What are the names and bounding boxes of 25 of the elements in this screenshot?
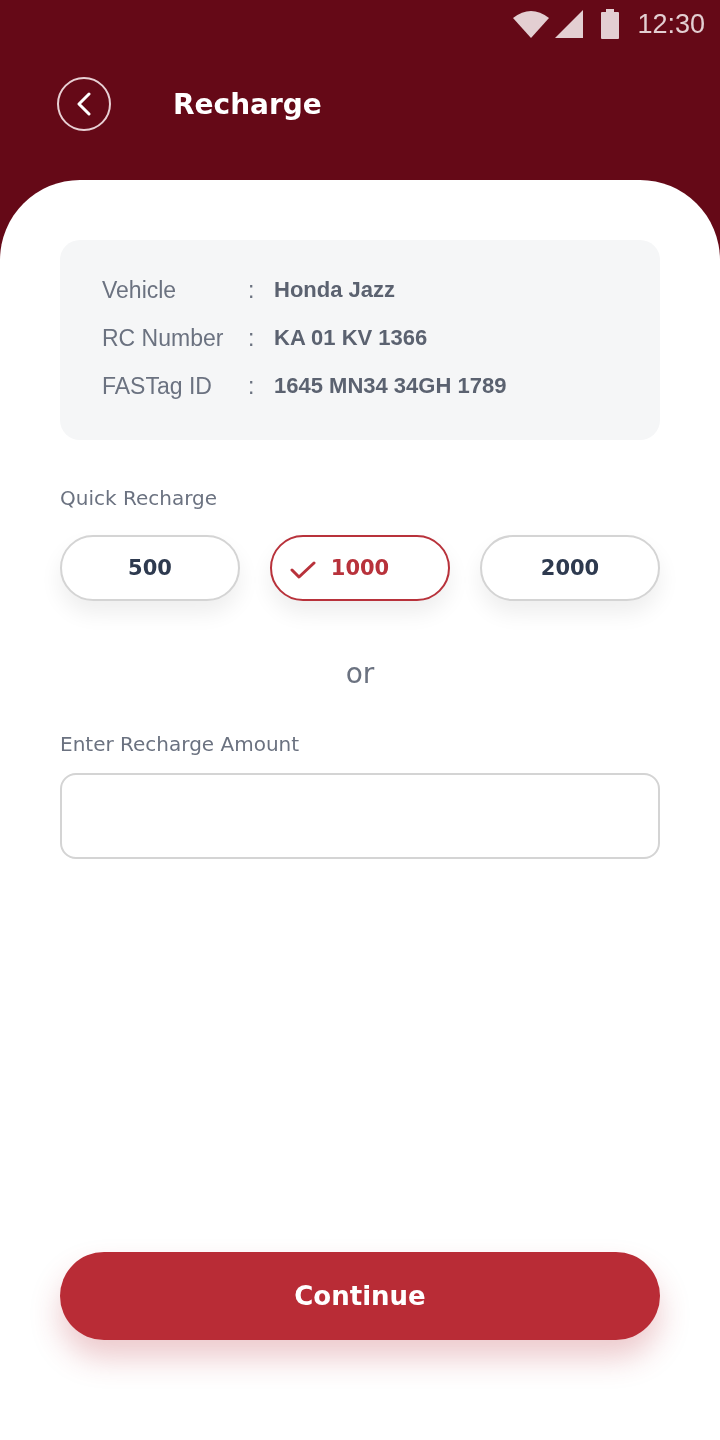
info-label: RC Number <box>102 324 225 352</box>
back-button[interactable] <box>57 77 111 131</box>
amount-chip[interactable]: 1000 <box>270 535 450 601</box>
page-title: Recharge <box>173 87 322 121</box>
info-separator: : <box>248 276 256 304</box>
or-divider-text: or <box>345 656 375 692</box>
status-time: 12:30 <box>637 8 705 40</box>
info-value: 1645 MN34 34GH 1789 <box>274 373 507 399</box>
info-label: FASTag ID <box>102 372 213 400</box>
section-label: Quick Recharge <box>60 485 218 512</box>
field-label: Enter Recharge Amount <box>60 731 301 758</box>
info-value: Honda Jazz <box>274 277 396 303</box>
info-separator: : <box>248 372 256 400</box>
signal-icon <box>555 10 584 38</box>
info-separator: : <box>248 324 256 352</box>
wifi-icon <box>513 10 550 38</box>
amount-input[interactable] <box>60 773 660 859</box>
chevron-left-icon <box>77 92 91 116</box>
battery-icon <box>601 9 620 39</box>
amount-chip[interactable]: 2000 <box>480 535 660 601</box>
info-value: KA 01 KV 1366 <box>274 325 428 351</box>
check-icon <box>290 561 316 579</box>
info-label: Vehicle <box>102 276 178 304</box>
amount-chip[interactable]: 500 <box>60 535 240 601</box>
continue-button[interactable]: Continue <box>60 1252 660 1340</box>
